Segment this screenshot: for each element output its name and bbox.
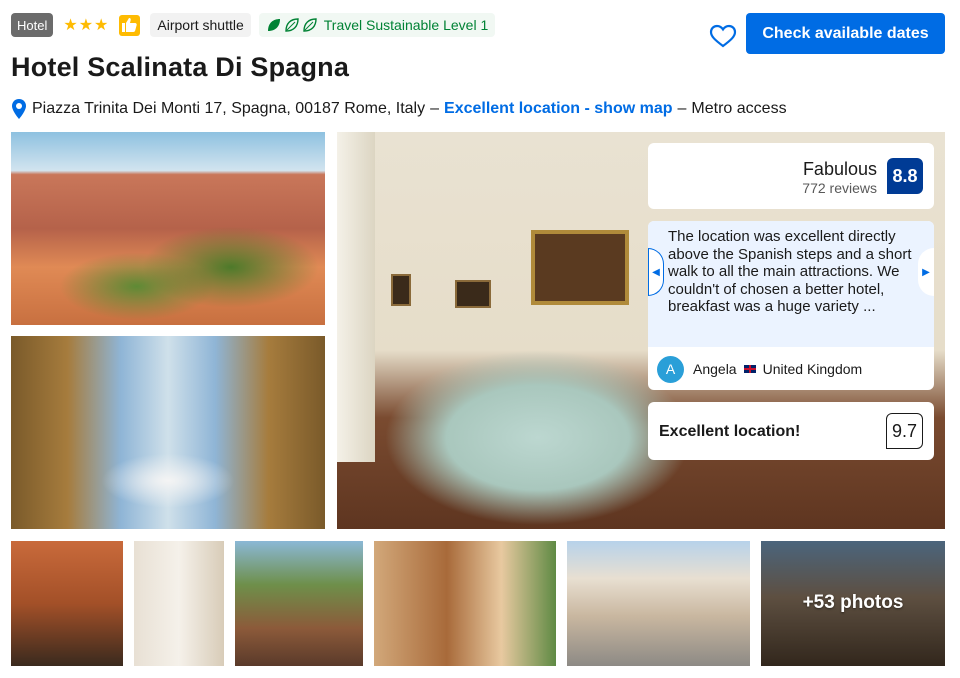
separator: –	[677, 100, 687, 117]
property-type-badge: Hotel	[11, 13, 54, 37]
more-photos-label: +53 photos	[802, 592, 904, 613]
thumbnail-more-photos[interactable]: +53 photos	[761, 541, 945, 666]
star-rating: ★★★	[63, 17, 110, 34]
location-score-badge: 9.7	[886, 413, 923, 449]
room-painting	[531, 230, 629, 305]
thumbs-up-icon	[119, 14, 141, 36]
room-curtain	[337, 132, 375, 462]
save-heart-icon[interactable]	[709, 24, 737, 48]
reviewer-country: United Kingdom	[762, 361, 863, 377]
review-count: 772 reviews	[802, 180, 877, 196]
avatar: A	[657, 355, 684, 383]
separator: –	[430, 100, 440, 117]
review-score-badge: 8.8	[887, 158, 923, 194]
reviewer-name: Angela	[693, 361, 737, 377]
reviewer: A Angela United Kingdom	[657, 355, 862, 383]
rating-card[interactable]: Fabulous 772 reviews 8.8	[648, 143, 934, 209]
sustainability-badge[interactable]: Travel Sustainable Level 1	[258, 13, 496, 37]
room-frame	[391, 274, 411, 306]
map-pin-icon	[12, 99, 26, 119]
show-map-link[interactable]: Excellent location - show map	[444, 100, 673, 118]
thumbnail-room[interactable]	[374, 541, 556, 666]
thumbnail-piazza[interactable]	[567, 541, 750, 666]
thumbnail-bathroom[interactable]	[134, 541, 224, 666]
location-score-label: Excellent location!	[659, 423, 801, 440]
check-available-dates-button[interactable]: Check available dates	[746, 13, 945, 54]
room-frame	[455, 280, 491, 308]
sustainability-label: Travel Sustainable Level 1	[323, 17, 489, 33]
thumbnail-hotel-facade[interactable]	[11, 541, 123, 666]
featured-review-card: The location was excellent directly abov…	[648, 221, 934, 390]
metro-access: Metro access	[691, 100, 787, 117]
header-badges: Hotel ★★★ Airport shuttle Travel Sustain…	[11, 12, 496, 38]
location-score-card[interactable]: Excellent location! 9.7	[648, 402, 934, 460]
next-review-arrow-icon[interactable]: ▶	[918, 248, 934, 296]
review-quote: The location was excellent directly abov…	[668, 228, 912, 316]
airport-shuttle-chip[interactable]: Airport shuttle	[150, 13, 251, 37]
rating-label: Fabulous	[802, 159, 877, 179]
thumbnail-terrace[interactable]	[235, 541, 363, 666]
photo-terrace[interactable]	[11, 132, 325, 325]
hotel-address: Piazza Trinita Dei Monti 17, Spagna, 001…	[32, 100, 426, 117]
photo-restaurant[interactable]	[11, 336, 325, 529]
review-quote-area: The location was excellent directly abov…	[648, 221, 934, 347]
address-row: Piazza Trinita Dei Monti 17, Spagna, 001…	[11, 98, 787, 120]
uk-flag-icon	[742, 364, 757, 374]
leaf-icon	[266, 17, 318, 33]
hotel-name: Hotel Scalinata Di Spagna	[11, 52, 350, 82]
